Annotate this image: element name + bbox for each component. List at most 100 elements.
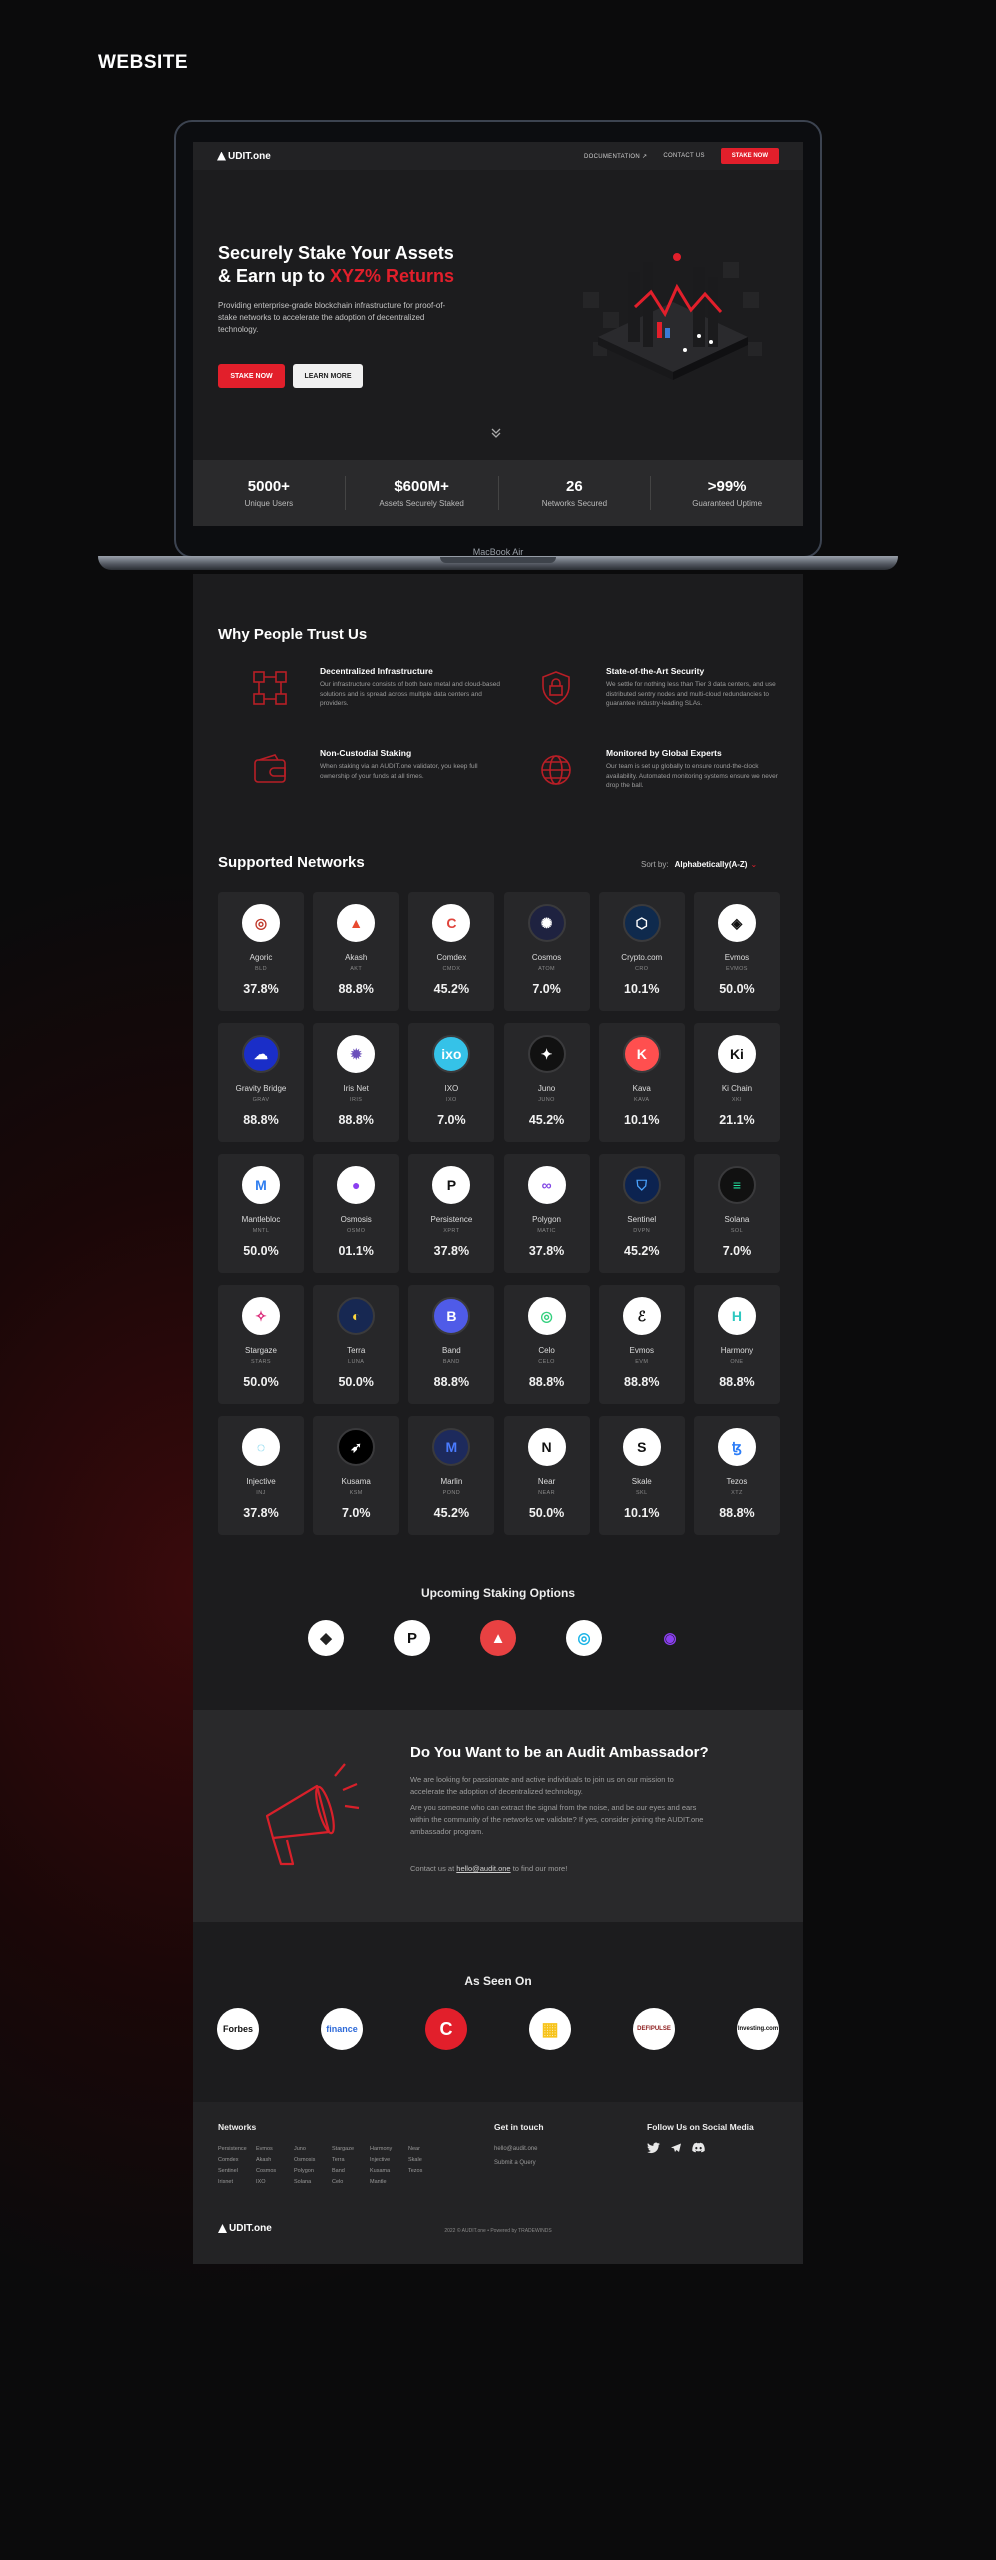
footer-network-link[interactable]: Kusama — [370, 2168, 408, 2174]
network-logo-icon: ◈ — [717, 904, 756, 942]
discord-icon[interactable] — [692, 2142, 705, 2154]
network-card[interactable]: ◐ Terra LUNA 50.0% — [313, 1285, 400, 1404]
network-card[interactable]: Ki Ki Chain XKI 21.1% — [693, 1023, 780, 1142]
network-card[interactable]: ✧ Stargaze STARS 50.0% — [218, 1285, 304, 1404]
network-apr: 7.0% — [437, 1113, 466, 1127]
footer-network-link[interactable]: Juno — [294, 2146, 332, 2152]
copyright: 2022 © AUDIT.one • Powered by TRADEWINDS — [444, 2228, 552, 2234]
network-card[interactable]: ➶ Kusama KSM 7.0% — [313, 1416, 400, 1535]
telegram-icon[interactable] — [670, 2142, 682, 2154]
stake-now-button[interactable]: STAKE NOW — [218, 364, 285, 388]
footer-network-link[interactable]: Celo — [332, 2179, 370, 2185]
network-card[interactable]: ⛉ Sentinel DVPN 45.2% — [598, 1154, 685, 1273]
footer-network-link[interactable]: Irisnet — [218, 2179, 256, 2185]
footer-network-link[interactable]: Comdex — [218, 2157, 256, 2163]
network-card[interactable]: ⬡ Crypto.com CRO 10.1% — [598, 892, 685, 1011]
twitter-icon[interactable] — [647, 2142, 660, 2154]
footer-network-link[interactable]: Polygon — [294, 2168, 332, 2174]
network-grid: ◎ Agoric BLD 37.8% ▲ Akash AKT 88.8% C Comdex CMDX… — [218, 892, 780, 1535]
network-apr: 50.0% — [243, 1244, 279, 1258]
network-symbol: DVPN — [633, 1228, 651, 1234]
network-card[interactable]: ☁ Gravity Bridge GRAV 88.8% — [218, 1023, 304, 1142]
network-logo-icon: ✦ — [527, 1035, 566, 1073]
network-card[interactable]: ▲ Akash AKT 88.8% — [313, 892, 400, 1011]
site-logo[interactable]: UDIT.one — [217, 151, 271, 162]
network-name: Kava — [632, 1084, 651, 1093]
network-symbol: CMDX — [442, 966, 461, 972]
footer-network-link[interactable] — [408, 2179, 446, 2185]
coin-logo[interactable]: C — [425, 2008, 467, 2050]
network-card[interactable]: M Mantlebloc MNTL 50.0% — [218, 1154, 304, 1273]
footer-submit-query-link[interactable]: Submit a Query — [494, 2160, 536, 2166]
stat-uptime: >99% Guaranteed Uptime — [692, 478, 763, 508]
footer-network-link[interactable]: Sentinel — [218, 2168, 256, 2174]
footer-network-link[interactable]: Solana — [294, 2179, 332, 2185]
footer-network-link[interactable]: Evmos — [256, 2146, 294, 2152]
network-card[interactable]: ≡ Solana SOL 7.0% — [693, 1154, 780, 1273]
network-name: Osmosis — [340, 1215, 372, 1224]
footer-network-link[interactable]: Harmony — [370, 2146, 408, 2152]
network-card[interactable]: P Persistence XPRT 37.8% — [408, 1154, 495, 1273]
network-card[interactable]: ◎ Agoric BLD 37.8% — [218, 892, 304, 1011]
footer-network-link[interactable]: Persistence — [218, 2146, 256, 2152]
footer-network-link[interactable]: Skale — [408, 2157, 446, 2163]
forbes-logo[interactable]: Forbes — [217, 2008, 259, 2050]
network-apr: 88.8% — [433, 1375, 470, 1389]
nav-link-documentation[interactable]: DOCUMENTATION ↗ — [584, 153, 647, 160]
footer-network-link[interactable]: Akash — [256, 2157, 294, 2163]
defi-logo[interactable]: DEFIPULSE — [633, 2008, 675, 2050]
network-card[interactable]: K Kava KAVA 10.1% — [598, 1023, 685, 1142]
network-logo-icon: ✹ — [337, 1035, 376, 1073]
network-card[interactable]: ✺ Cosmos ATOM 7.0% — [503, 892, 590, 1011]
footer-network-link[interactable]: Near — [408, 2146, 446, 2152]
network-card[interactable]: N Near NEAR 50.0% — [503, 1416, 590, 1535]
footer-network-link[interactable]: Stargaze — [332, 2146, 370, 2152]
network-card[interactable]: ꜩ Tezos XTZ 88.8% — [693, 1416, 780, 1535]
shield-lock-icon — [542, 671, 570, 705]
network-card[interactable]: H Harmony ONE 88.8% — [693, 1285, 780, 1404]
footer-network-link[interactable]: Terra — [332, 2157, 370, 2163]
sort-dropdown[interactable]: Sort by: Alphabetically(A-Z) ⌄ — [641, 860, 757, 869]
hero-illustration — [583, 253, 762, 380]
network-name: Crypto.com — [621, 953, 663, 962]
footer-network-link[interactable]: Tezos — [408, 2168, 446, 2174]
footer-email-link[interactable]: hello@audit.one — [494, 2146, 537, 2152]
network-card[interactable]: ixo IXO IXO 7.0% — [408, 1023, 495, 1142]
footer-network-link[interactable]: Injective — [370, 2157, 408, 2163]
footer-network-link[interactable]: Cosmos — [256, 2168, 294, 2174]
nav-stake-now-button[interactable]: STAKE NOW — [720, 148, 779, 164]
scroll-down-chevron-icon[interactable] — [489, 426, 503, 440]
footer-network-link[interactable]: Osmosis — [294, 2157, 332, 2163]
nav-link-contact[interactable]: CONTACT US — [663, 153, 704, 159]
network-card[interactable]: M Marlin POND 45.2% — [408, 1416, 495, 1535]
network-apr: 37.8% — [243, 982, 279, 996]
network-card[interactable]: ● Osmosis OSMO 01.1% — [313, 1154, 400, 1273]
ocean-icon: ◎ — [566, 1620, 602, 1656]
network-apr: 7.0% — [341, 1506, 371, 1520]
network-card[interactable]: ✦ Juno JUNO 45.2% — [503, 1023, 590, 1142]
footer-network-link[interactable]: Band — [332, 2168, 370, 2174]
footer-networks-title: Networks — [218, 2122, 257, 2132]
network-card[interactable]: S Skale SKL 10.1% — [598, 1416, 685, 1535]
network-card[interactable]: C Comdex CMDX 45.2% — [408, 892, 495, 1011]
network-logo-icon: ◎ — [527, 1297, 566, 1335]
network-card[interactable]: B Band BAND 88.8% — [408, 1285, 495, 1404]
network-name: Mantlebloc — [241, 1215, 281, 1224]
network-card[interactable]: ◈ Evmos EVMOS 50.0% — [693, 892, 780, 1011]
learn-more-button[interactable]: LEARN MORE — [293, 364, 363, 388]
yellow-logo[interactable]: ▦ — [529, 2008, 571, 2050]
footer-network-link[interactable]: Mantle — [370, 2179, 408, 2185]
social-links — [647, 2142, 705, 2154]
network-card[interactable]: ℰ Evmos EVM 88.8% — [598, 1285, 685, 1404]
footer-network-link[interactable]: IXO — [256, 2179, 294, 2185]
network-apr: 50.0% — [719, 982, 755, 996]
network-card[interactable]: ◌ Injective INJ 37.8% — [218, 1416, 304, 1535]
network-logo-icon: ⛉ — [622, 1166, 661, 1204]
yahoo-finance-logo[interactable]: finance — [321, 2008, 363, 2050]
contact-email-link[interactable]: hello@audit.one — [456, 1864, 510, 1873]
network-card[interactable]: ✹ Iris Net IRIS 88.8% — [313, 1023, 400, 1142]
investing-logo[interactable]: Investing.com — [737, 2008, 779, 2050]
network-card[interactable]: ∞ Polygon MATIC 37.8% — [503, 1154, 590, 1273]
network-card[interactable]: ◎ Celo CELO 88.8% — [503, 1285, 590, 1404]
network-logo-icon: ≡ — [717, 1166, 756, 1204]
